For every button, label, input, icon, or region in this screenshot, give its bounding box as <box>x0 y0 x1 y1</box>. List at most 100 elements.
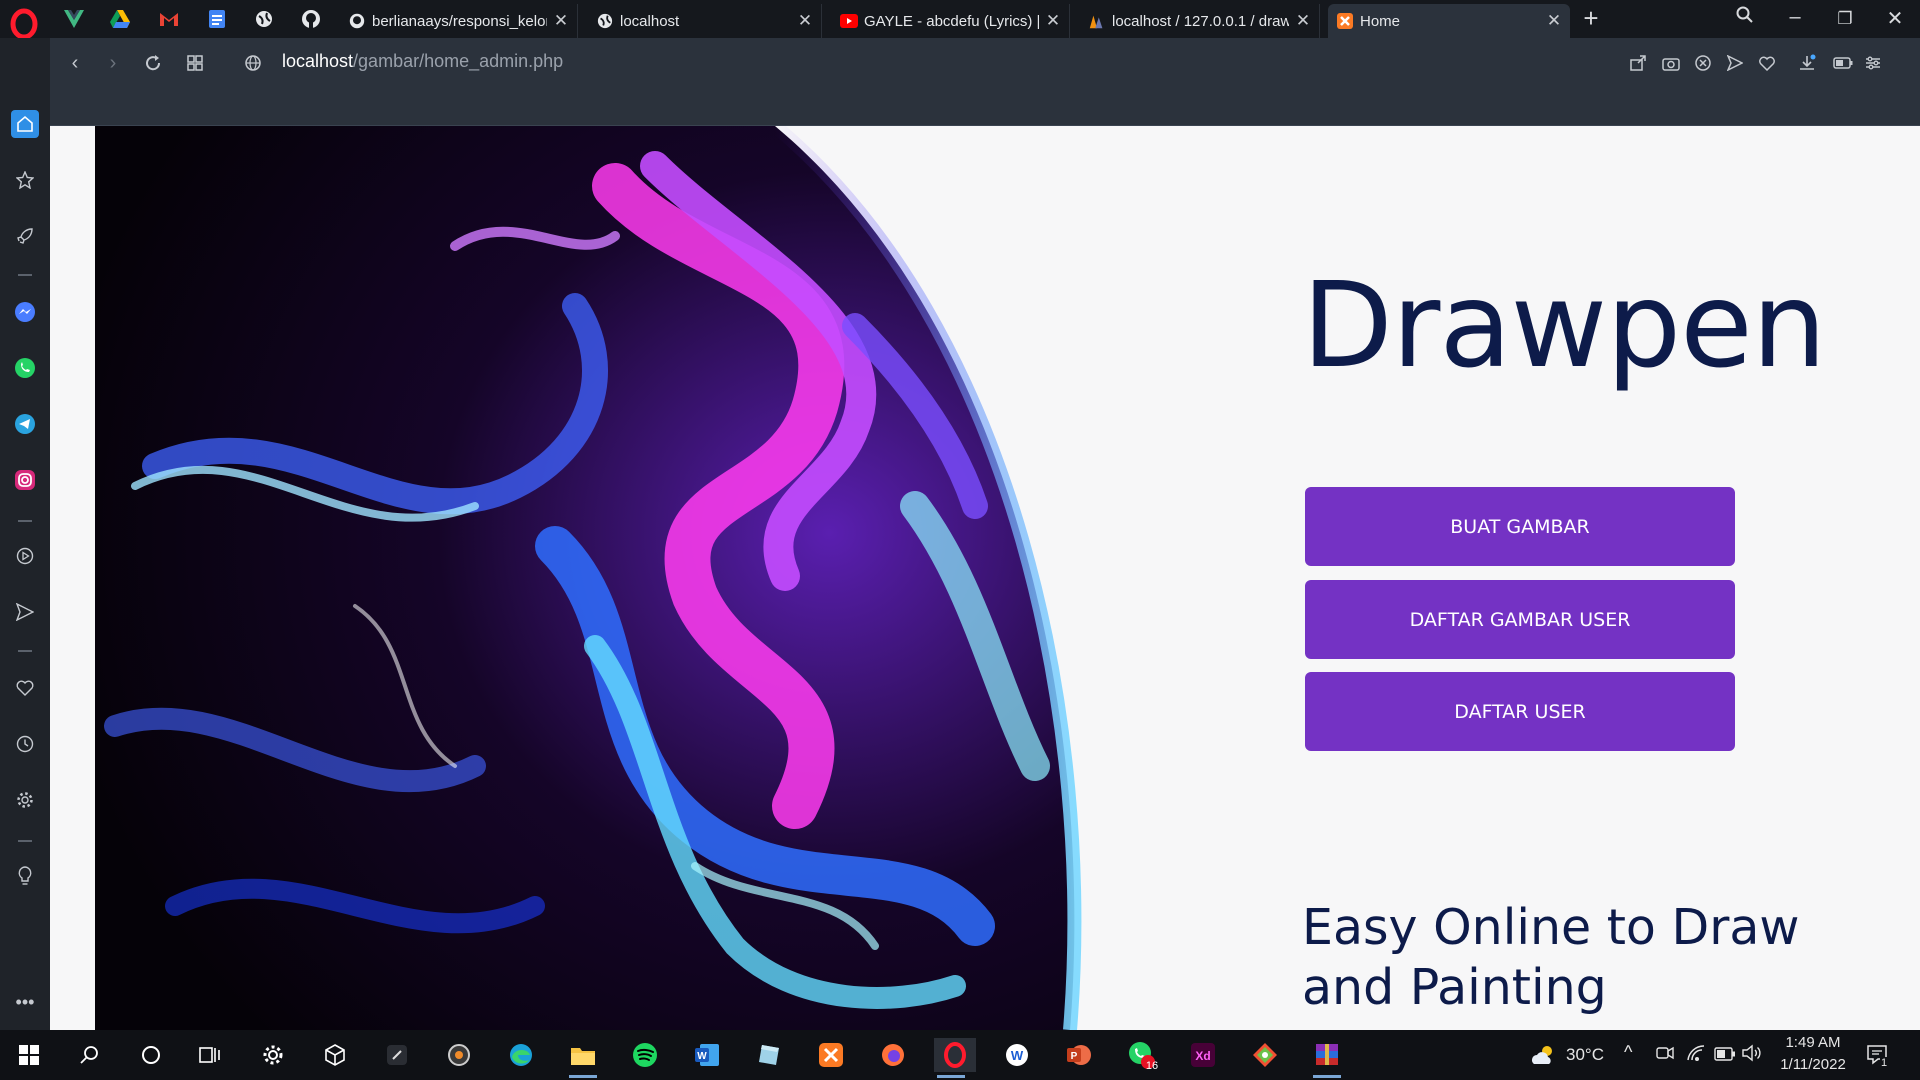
history-clock-icon[interactable] <box>11 730 39 758</box>
instagram-icon[interactable] <box>11 466 39 494</box>
send-icon[interactable] <box>1722 50 1748 76</box>
player-icon[interactable] <box>11 542 39 570</box>
adobe-xd-icon[interactable]: Xd <box>1186 1038 1220 1072</box>
spotify-icon[interactable] <box>628 1038 662 1072</box>
firefox-icon[interactable] <box>876 1038 910 1072</box>
opera-taskbar-icon[interactable] <box>934 1038 976 1078</box>
3d-viewer-icon[interactable] <box>318 1038 352 1072</box>
tab-phpmyadmin[interactable]: localhost / 127.0.0.1 / draw ✕ <box>1080 4 1320 38</box>
battery-saver-icon[interactable] <box>1830 50 1856 76</box>
clock-date[interactable]: 1/11/2022 <box>1772 1056 1854 1073</box>
search-icon[interactable] <box>72 1038 106 1072</box>
notes-app-icon[interactable] <box>752 1038 786 1072</box>
tab-title: Home <box>1360 12 1401 30</box>
url-host: localhost <box>282 51 354 71</box>
file-explorer-icon[interactable] <box>566 1038 600 1078</box>
weather-temperature[interactable]: 30°C <box>1566 1045 1604 1065</box>
back-button[interactable]: ‹ <box>62 50 88 76</box>
volume-icon[interactable] <box>1742 1044 1762 1067</box>
speed-dial-icon[interactable] <box>182 50 208 76</box>
share-icon[interactable] <box>1625 50 1651 76</box>
globe-icon <box>256 11 272 27</box>
sidebar-divider <box>18 650 32 652</box>
rocket-icon[interactable] <box>11 222 39 250</box>
easy-setup-icon[interactable] <box>1860 50 1886 76</box>
notification-count: 1 <box>1880 1057 1889 1069</box>
powerpoint-icon[interactable]: P <box>1062 1038 1096 1072</box>
close-icon[interactable]: ✕ <box>1045 11 1061 31</box>
youtube-icon <box>840 12 858 30</box>
new-tab-button[interactable]: + <box>1576 3 1606 34</box>
messenger-icon[interactable] <box>11 298 39 326</box>
bookmarks-star-icon[interactable] <box>11 166 39 194</box>
search-tabs-icon[interactable] <box>1730 6 1760 30</box>
heart-icon[interactable] <box>11 674 39 702</box>
app-launcher-icon[interactable] <box>380 1038 414 1072</box>
tab-youtube[interactable]: GAYLE - abcdefu (Lyrics) | T ✕ <box>832 4 1070 38</box>
tab-github-repo[interactable]: berlianaays/responsi_kelon ✕ <box>340 4 578 38</box>
close-icon[interactable]: ✕ <box>797 11 813 31</box>
edge-icon[interactable] <box>504 1038 538 1072</box>
pinned-tab-gmail[interactable] <box>155 6 183 32</box>
tab-title: localhost / 127.0.0.1 / draw <box>1112 12 1289 30</box>
download-icon[interactable] <box>1794 50 1820 76</box>
pinned-tab-github[interactable] <box>297 6 325 32</box>
svg-text:W: W <box>697 1051 707 1062</box>
flow-send-icon[interactable] <box>11 598 39 626</box>
pinned-tab-drive[interactable] <box>106 6 134 32</box>
forward-button[interactable]: › <box>100 50 126 76</box>
pinned-tab-docs[interactable] <box>203 6 231 32</box>
clock-time[interactable]: 1:49 AM <box>1778 1034 1848 1051</box>
app-icon-w[interactable]: W <box>1000 1038 1034 1072</box>
weather-icon[interactable] <box>1528 1038 1558 1072</box>
windows-start-icon[interactable] <box>12 1038 46 1072</box>
reload-icon[interactable] <box>140 50 166 76</box>
phpmyadmin-icon <box>1088 12 1106 30</box>
tab-title: localhost <box>620 12 680 30</box>
minimize-button[interactable]: – <box>1780 6 1810 29</box>
restore-button[interactable]: ❐ <box>1830 9 1860 29</box>
groove-music-icon[interactable] <box>442 1038 476 1072</box>
tab-localhost[interactable]: localhost ✕ <box>588 4 822 38</box>
cortana-icon[interactable] <box>134 1038 168 1072</box>
whatsapp-icon[interactable] <box>11 354 39 382</box>
close-icon[interactable]: ✕ <box>1295 11 1311 31</box>
buat-gambar-button[interactable]: BUAT GAMBAR <box>1305 487 1735 566</box>
settings-icon[interactable] <box>256 1038 290 1072</box>
close-window-button[interactable]: ✕ <box>1880 6 1910 31</box>
heart-icon[interactable] <box>1754 50 1780 76</box>
whatsapp-badge: 16 <box>1145 1060 1159 1072</box>
winrar-icon[interactable] <box>1310 1038 1344 1078</box>
address-bar[interactable]: localhost/gambar/home_admin.php <box>282 51 563 72</box>
pinned-tab-vue[interactable] <box>60 6 88 32</box>
git-gui-icon[interactable] <box>1248 1038 1282 1072</box>
screen: berlianaays/responsi_kelon ✕ localhost ✕… <box>0 0 1920 1080</box>
daftar-gambar-user-button[interactable]: DAFTAR GAMBAR USER <box>1305 580 1735 659</box>
close-icon[interactable]: ✕ <box>1546 11 1562 31</box>
lightbulb-icon[interactable] <box>11 862 39 890</box>
meet-now-icon[interactable] <box>1656 1044 1674 1067</box>
tab-home[interactable]: Home ✕ <box>1328 4 1570 38</box>
whatsapp-taskbar-icon[interactable]: 16 <box>1124 1038 1158 1072</box>
pinned-tab-globe[interactable] <box>250 6 278 32</box>
more-options-icon[interactable]: ••• <box>11 988 39 1016</box>
google-drive-icon <box>110 10 130 28</box>
notification-center-icon[interactable]: 1 <box>1866 1043 1890 1072</box>
telegram-icon[interactable] <box>11 410 39 438</box>
close-icon[interactable]: ✕ <box>553 11 569 31</box>
home-icon[interactable] <box>11 110 39 138</box>
wifi-icon[interactable] <box>1686 1044 1706 1067</box>
adblock-icon[interactable] <box>1690 50 1716 76</box>
word-icon[interactable]: W <box>690 1038 724 1072</box>
chevron-up-icon[interactable]: ^ <box>1624 1042 1632 1063</box>
xampp-icon[interactable] <box>814 1038 848 1072</box>
daftar-user-button[interactable]: DAFTAR USER <box>1305 672 1735 751</box>
tab-title: berlianaays/responsi_kelon <box>372 12 547 30</box>
battery-icon[interactable] <box>1714 1046 1736 1066</box>
site-info-icon[interactable] <box>240 50 266 76</box>
task-view-icon[interactable] <box>193 1038 227 1072</box>
settings-gear-icon[interactable] <box>11 786 39 814</box>
opera-logo-icon[interactable] <box>8 8 40 40</box>
sidebar-divider <box>18 520 32 522</box>
snapshot-icon[interactable] <box>1658 50 1684 76</box>
